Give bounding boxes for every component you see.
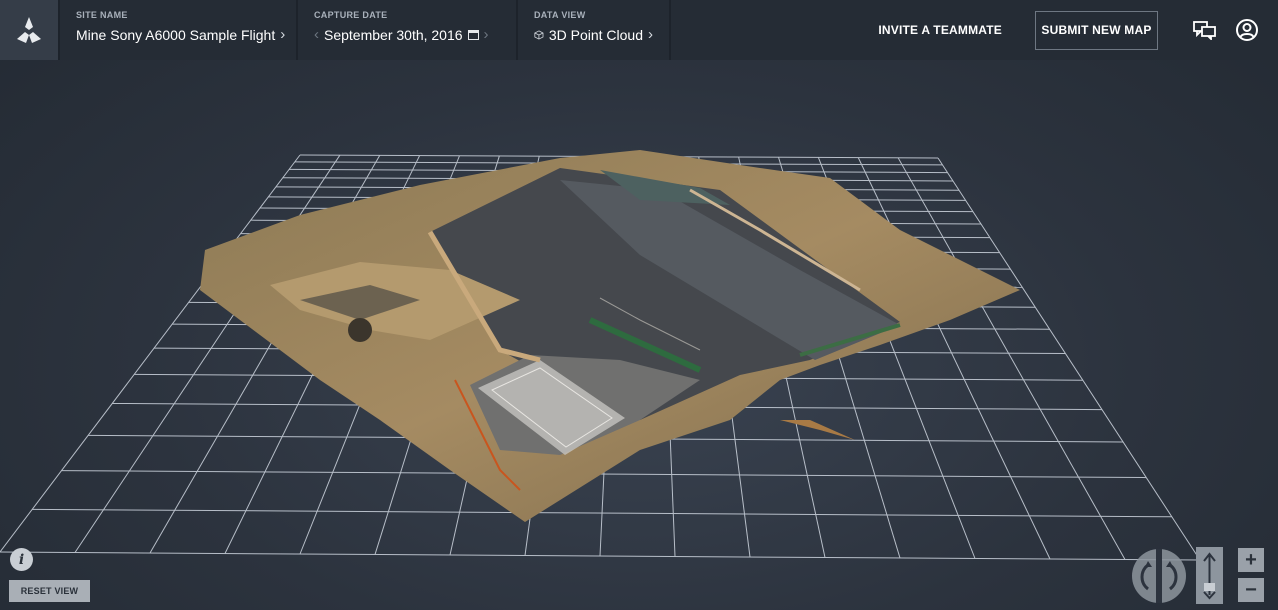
account-button[interactable]	[1230, 13, 1264, 47]
chat-bubbles-icon	[1193, 21, 1216, 40]
zoom-out-button[interactable]: −	[1238, 578, 1264, 602]
chat-button[interactable]	[1188, 13, 1222, 47]
rotate-control[interactable]	[1130, 547, 1188, 605]
user-account-icon	[1236, 19, 1258, 41]
tilt-control[interactable]	[1196, 547, 1223, 604]
capture-date-label: CAPTURE DATE	[314, 10, 388, 20]
info-button[interactable]: i	[10, 548, 33, 571]
submit-new-map-button[interactable]: SUBMIT NEW MAP	[1035, 10, 1158, 50]
chevron-right-icon: ›	[280, 26, 286, 43]
airfleet-logo-icon	[17, 17, 41, 43]
calendar-icon[interactable]	[467, 29, 479, 40]
point-cloud-model	[200, 150, 1020, 522]
logo[interactable]	[0, 0, 58, 60]
previous-date-chevron-icon[interactable]: ‹	[314, 26, 319, 43]
data-view-selector[interactable]: DATA VIEW 3D Point Cloud ›	[516, 0, 671, 60]
top-navigation-bar: SITE NAME Mine Sony A6000 Sample Flight …	[0, 0, 1278, 60]
point-cloud-icon	[534, 29, 544, 40]
data-view-value: 3D Point Cloud	[548, 26, 643, 43]
capture-date-value: September 30th, 2016	[324, 26, 463, 43]
chevron-right-icon: ›	[648, 26, 653, 43]
site-selector[interactable]: SITE NAME Mine Sony A6000 Sample Flight …	[58, 0, 296, 60]
capture-date-selector[interactable]: CAPTURE DATE ‹ September 30th, 2016 ›	[296, 0, 516, 60]
data-view-label: DATA VIEW	[534, 10, 586, 20]
site-name-value: Mine Sony A6000 Sample Flight	[76, 26, 276, 43]
invite-teammate-link[interactable]: INVITE A TEAMMATE	[878, 23, 1002, 37]
zoom-in-button[interactable]: +	[1238, 548, 1264, 572]
reset-view-button[interactable]: RESET VIEW	[9, 580, 90, 602]
site-name-label: SITE NAME	[76, 10, 128, 20]
point-cloud-viewport[interactable]	[0, 60, 1278, 610]
next-date-chevron-icon[interactable]: ›	[484, 26, 489, 43]
